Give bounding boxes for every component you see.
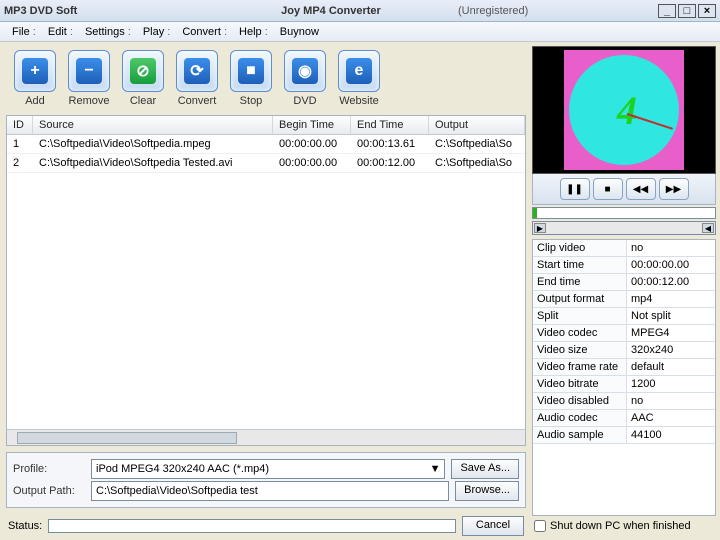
clock-numeral: 4 xyxy=(617,87,637,134)
file-table: ID Source Begin Time End Time Output 1C:… xyxy=(6,115,526,446)
chevron-down-icon: ▼ xyxy=(430,463,441,475)
website-button[interactable]: eWebsite xyxy=(338,50,380,107)
property-row[interactable]: Audio sample44100 xyxy=(533,427,715,444)
remove-button[interactable]: −Remove xyxy=(68,50,110,107)
close-button[interactable]: × xyxy=(698,4,716,18)
add-button[interactable]: +Add xyxy=(14,50,56,107)
property-row[interactable]: Video disabledno xyxy=(533,393,715,410)
maximize-button[interactable]: □ xyxy=(678,4,696,18)
col-id[interactable]: ID xyxy=(7,116,33,134)
minus-icon: − xyxy=(76,58,102,84)
disc-icon: ◉ xyxy=(292,58,318,84)
profile-select[interactable]: iPod MPEG4 320x240 AAC (*.mp4)▼ xyxy=(91,459,445,479)
app-title: Joy MP4 Converter xyxy=(204,5,458,17)
shutdown-label: Shut down PC when finished xyxy=(550,520,691,532)
save-as-button[interactable]: Save As... xyxy=(451,459,519,479)
video-preview: 4 xyxy=(532,46,716,174)
menubar: File Edit Settings Play Convert Help Buy… xyxy=(0,22,720,42)
seek-bar[interactable] xyxy=(532,207,716,219)
profile-label: Profile: xyxy=(13,463,85,475)
output-path-label: Output Path: xyxy=(13,485,85,497)
col-begin-time[interactable]: Begin Time xyxy=(273,116,351,134)
property-row[interactable]: Start time00:00:00.00 xyxy=(533,257,715,274)
brand-label: MP3 DVD Soft xyxy=(4,5,204,17)
prev-button[interactable]: ◀◀ xyxy=(626,178,656,200)
pause-button[interactable]: ❚❚ xyxy=(560,178,590,200)
property-row[interactable]: End time00:00:12.00 xyxy=(533,274,715,291)
refresh-icon: ⟳ xyxy=(184,58,210,84)
menu-edit[interactable]: Edit xyxy=(42,24,79,40)
stop-playback-button[interactable]: ■ xyxy=(593,178,623,200)
stop-icon: ■ xyxy=(238,58,264,84)
property-row[interactable]: Video size320x240 xyxy=(533,342,715,359)
cancel-button[interactable]: Cancel xyxy=(462,516,524,536)
titlebar: MP3 DVD Soft Joy MP4 Converter (Unregist… xyxy=(0,0,720,22)
status-label: Status: xyxy=(8,520,42,532)
property-row[interactable]: Output formatmp4 xyxy=(533,291,715,308)
playback-controls: ❚❚ ■ ◀◀ ▶▶ xyxy=(532,174,716,205)
toolbar: +Add −Remove ⊘Clear ⟳Convert ■Stop ◉DVD … xyxy=(6,46,526,115)
arrow-left-icon[interactable]: ▶ xyxy=(534,223,546,233)
shutdown-checkbox[interactable] xyxy=(534,520,546,532)
menu-play[interactable]: Play xyxy=(137,24,177,40)
properties-panel: Clip videonoStart time00:00:00.00End tim… xyxy=(532,239,716,516)
minimize-button[interactable]: _ xyxy=(658,4,676,18)
prohibit-icon: ⊘ xyxy=(130,58,156,84)
dvd-button[interactable]: ◉DVD xyxy=(284,50,326,107)
property-row[interactable]: Video codecMPEG4 xyxy=(533,325,715,342)
menu-file[interactable]: File xyxy=(6,24,42,40)
table-row[interactable]: 1C:\Softpedia\Video\Softpedia.mpeg00:00:… xyxy=(7,135,525,154)
property-row[interactable]: Video frame ratedefault xyxy=(533,359,715,376)
menu-settings[interactable]: Settings xyxy=(79,24,137,40)
stop-button[interactable]: ■Stop xyxy=(230,50,272,107)
output-path-input[interactable]: C:\Softpedia\Video\Softpedia test xyxy=(91,481,449,501)
registration-status: (Unregistered) xyxy=(458,5,658,17)
col-output[interactable]: Output xyxy=(429,116,525,134)
browse-button[interactable]: Browse... xyxy=(455,481,519,501)
menu-help[interactable]: Help xyxy=(233,24,274,40)
progress-bar xyxy=(48,519,456,533)
clear-button[interactable]: ⊘Clear xyxy=(122,50,164,107)
col-end-time[interactable]: End Time xyxy=(351,116,429,134)
menu-convert[interactable]: Convert xyxy=(176,24,233,40)
globe-icon: e xyxy=(346,58,372,84)
property-row[interactable]: Audio codecAAC xyxy=(533,410,715,427)
plus-icon: + xyxy=(22,58,48,84)
menu-buynow[interactable]: Buynow xyxy=(274,24,325,40)
col-source[interactable]: Source xyxy=(33,116,273,134)
property-row[interactable]: Clip videono xyxy=(533,240,715,257)
convert-button[interactable]: ⟳Convert xyxy=(176,50,218,107)
table-row[interactable]: 2C:\Softpedia\Video\Softpedia Tested.avi… xyxy=(7,154,525,173)
arrow-right-icon[interactable]: ◀ xyxy=(702,223,714,233)
property-row[interactable]: Video bitrate1200 xyxy=(533,376,715,393)
next-button[interactable]: ▶▶ xyxy=(659,178,689,200)
trim-bar[interactable]: ▶◀ xyxy=(532,221,716,235)
horizontal-scrollbar[interactable] xyxy=(7,429,525,445)
property-row[interactable]: SplitNot split xyxy=(533,308,715,325)
